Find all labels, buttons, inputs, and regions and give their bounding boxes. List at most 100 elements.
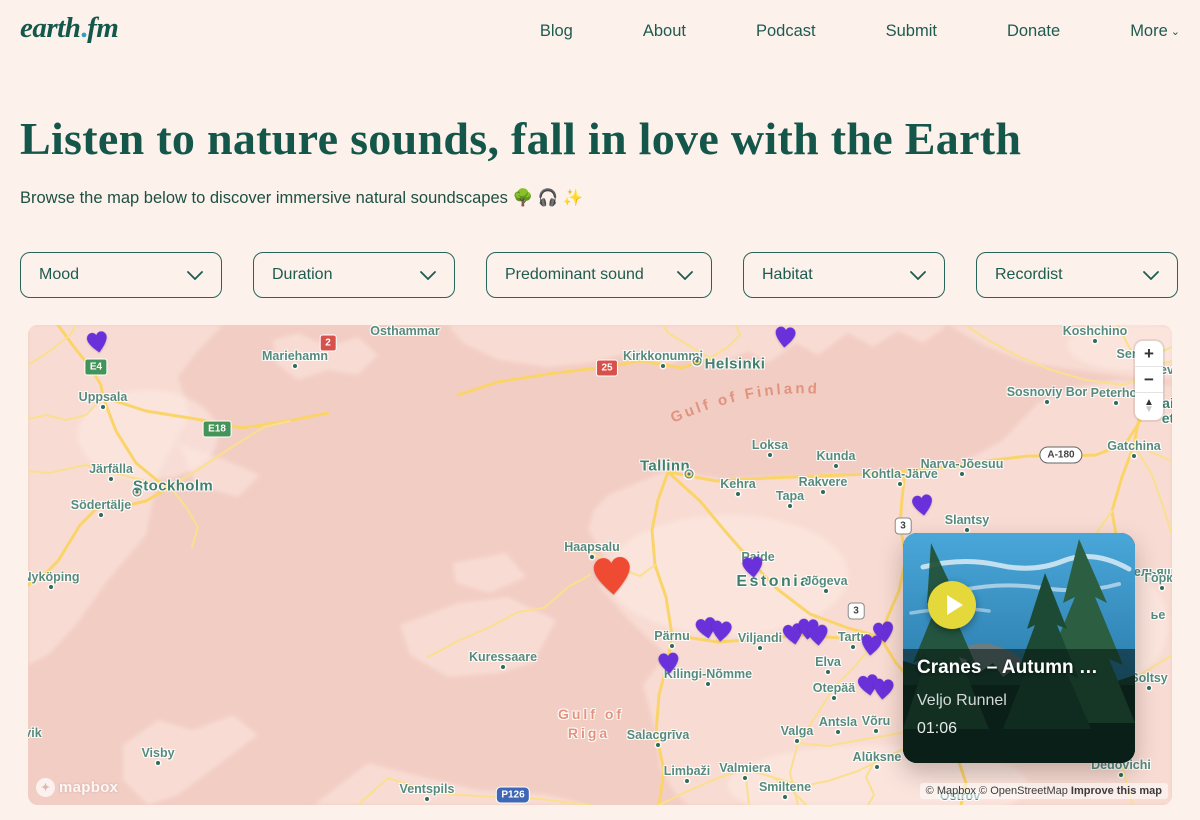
- popup-title: Cranes – Autumn …: [917, 657, 1098, 678]
- map-town-dot: [101, 405, 105, 409]
- nav-more-label: More: [1130, 22, 1168, 40]
- map-town-dot: [851, 645, 855, 649]
- filter-mood[interactable]: Mood: [20, 252, 222, 298]
- map-town-dot: [99, 513, 103, 517]
- popup-recordist: Veljo Runnel: [917, 692, 1007, 709]
- map-marker-heart-red[interactable]: [587, 550, 638, 605]
- map-town-dot: [1045, 400, 1049, 404]
- map-marker-heart[interactable]: [771, 325, 800, 356]
- page-subtitle: Browse the map below to discover immersi…: [20, 189, 584, 207]
- map-marker-heart[interactable]: [804, 621, 832, 654]
- map-marker-heart[interactable]: [738, 553, 767, 587]
- map-town-dot: [768, 453, 772, 457]
- map-town-dot: [1132, 454, 1136, 458]
- nav-about[interactable]: About: [643, 22, 686, 41]
- chevron-down-icon: [187, 270, 203, 280]
- city-ring-icon: [132, 487, 142, 497]
- map-town-dot: [1160, 586, 1164, 590]
- page-title: Listen to nature sounds, fall in love wi…: [20, 113, 1022, 164]
- nav-more[interactable]: More ⌄: [1130, 22, 1180, 41]
- map-town-dot: [656, 743, 660, 747]
- map-marker-heart[interactable]: [83, 327, 114, 362]
- map-attribution: © Mapbox © OpenStreetMap Improve this ma…: [919, 783, 1168, 799]
- map-town-dot: [1119, 773, 1123, 777]
- map-town-dot: [1093, 339, 1097, 343]
- map-town-dot: [670, 644, 674, 648]
- compass-south-icon: ▼: [1144, 403, 1154, 415]
- chevron-down-icon: ⌄: [1170, 26, 1180, 38]
- map-town-dot: [875, 765, 879, 769]
- zoom-in-button[interactable]: +: [1135, 341, 1163, 367]
- map-town-dot: [960, 472, 964, 476]
- map-town-dot: [109, 477, 113, 481]
- map-marker-heart[interactable]: [856, 631, 885, 665]
- map-town-dot: [898, 482, 902, 486]
- map-town-dot: [501, 665, 505, 669]
- map-marker-heart[interactable]: [908, 490, 938, 524]
- mapbox-logo-word: mapbox: [59, 779, 119, 796]
- zoom-out-button[interactable]: −: [1135, 367, 1163, 393]
- nav-donate[interactable]: Donate: [1007, 22, 1060, 41]
- mapbox-logo-icon: ✦: [36, 778, 55, 797]
- map-town-dot: [874, 729, 878, 733]
- nav-blog[interactable]: Blog: [540, 22, 573, 41]
- map-town-dot: [425, 797, 429, 801]
- chevron-down-icon: [677, 270, 693, 280]
- map-town-dot: [49, 585, 53, 589]
- map-town-dot: [832, 696, 836, 700]
- map-town-dot: [156, 761, 160, 765]
- earthfm-logo[interactable]: earth.fm: [20, 12, 119, 45]
- map-town-dot: [783, 795, 787, 799]
- attribution-osm-link[interactable]: © OpenStreetMap: [979, 785, 1068, 797]
- chevron-down-icon: [910, 270, 926, 280]
- map-town-dot: [736, 492, 740, 496]
- map-town-dot: [1147, 686, 1151, 690]
- map-town-dot: [758, 646, 762, 650]
- map-town-dot: [836, 730, 840, 734]
- filter-recordist[interactable]: Recordist: [976, 252, 1178, 298]
- map-town-dot: [826, 670, 830, 674]
- nav-submit[interactable]: Submit: [886, 22, 937, 41]
- logo-text-earth: earth: [20, 12, 81, 44]
- filter-mood-label: Mood: [39, 266, 80, 283]
- chevron-down-icon: [1143, 270, 1159, 280]
- city-ring-icon: [692, 356, 702, 366]
- filter-predominant-sound[interactable]: Predominant sound: [486, 252, 712, 298]
- filter-habitat-label: Habitat: [762, 266, 813, 283]
- map-town-dot: [706, 682, 710, 686]
- filter-predominant-sound-label: Predominant sound: [505, 266, 644, 283]
- chevron-down-icon: [420, 270, 436, 280]
- map-town-dot: [821, 490, 825, 494]
- logo-text-fm: fm: [87, 12, 119, 44]
- map-marker-heart[interactable]: [869, 675, 898, 708]
- map-town-dot: [788, 504, 792, 508]
- filter-duration[interactable]: Duration: [253, 252, 455, 298]
- compass-button[interactable]: ▲ ▼: [1135, 393, 1163, 420]
- filter-bar: Mood Duration Predominant sound Habitat …: [20, 252, 1178, 298]
- attribution-mapbox-link[interactable]: © Mapbox: [926, 785, 976, 797]
- filter-habitat[interactable]: Habitat: [743, 252, 945, 298]
- map-canvas[interactable]: Gulf of Finland Cranes – Autumn … Veljo …: [28, 325, 1172, 805]
- mapbox-logo[interactable]: ✦ mapbox: [36, 778, 118, 797]
- map-town-dot: [834, 464, 838, 468]
- popup-duration: 01:06: [917, 720, 958, 737]
- map-town-dot: [685, 779, 689, 783]
- map-town-dot: [1114, 401, 1118, 405]
- filter-recordist-label: Recordist: [995, 266, 1063, 283]
- map-town-dot: [824, 589, 828, 593]
- nav-podcast[interactable]: Podcast: [756, 22, 816, 41]
- map-marker-heart[interactable]: [655, 649, 684, 682]
- city-ring-icon: [684, 469, 694, 479]
- map-town-dot: [743, 776, 747, 780]
- map-marker-heart[interactable]: [706, 617, 735, 651]
- map-town-dot: [795, 739, 799, 743]
- improve-this-map-link[interactable]: Improve this map: [1071, 785, 1162, 797]
- soundscape-popup-card[interactable]: Cranes – Autumn … Veljo Runnel 01:06: [903, 533, 1135, 763]
- main-nav: Blog About Podcast Submit Donate More ⌄: [540, 22, 1180, 41]
- map-town-dot: [661, 364, 665, 368]
- map-town-dot: [293, 364, 297, 368]
- map-town-dot: [965, 528, 969, 532]
- site-header: earth.fm Blog About Podcast Submit Donat…: [0, 0, 1200, 64]
- play-button[interactable]: [928, 581, 976, 629]
- map-controls: + − ▲ ▼: [1135, 341, 1163, 420]
